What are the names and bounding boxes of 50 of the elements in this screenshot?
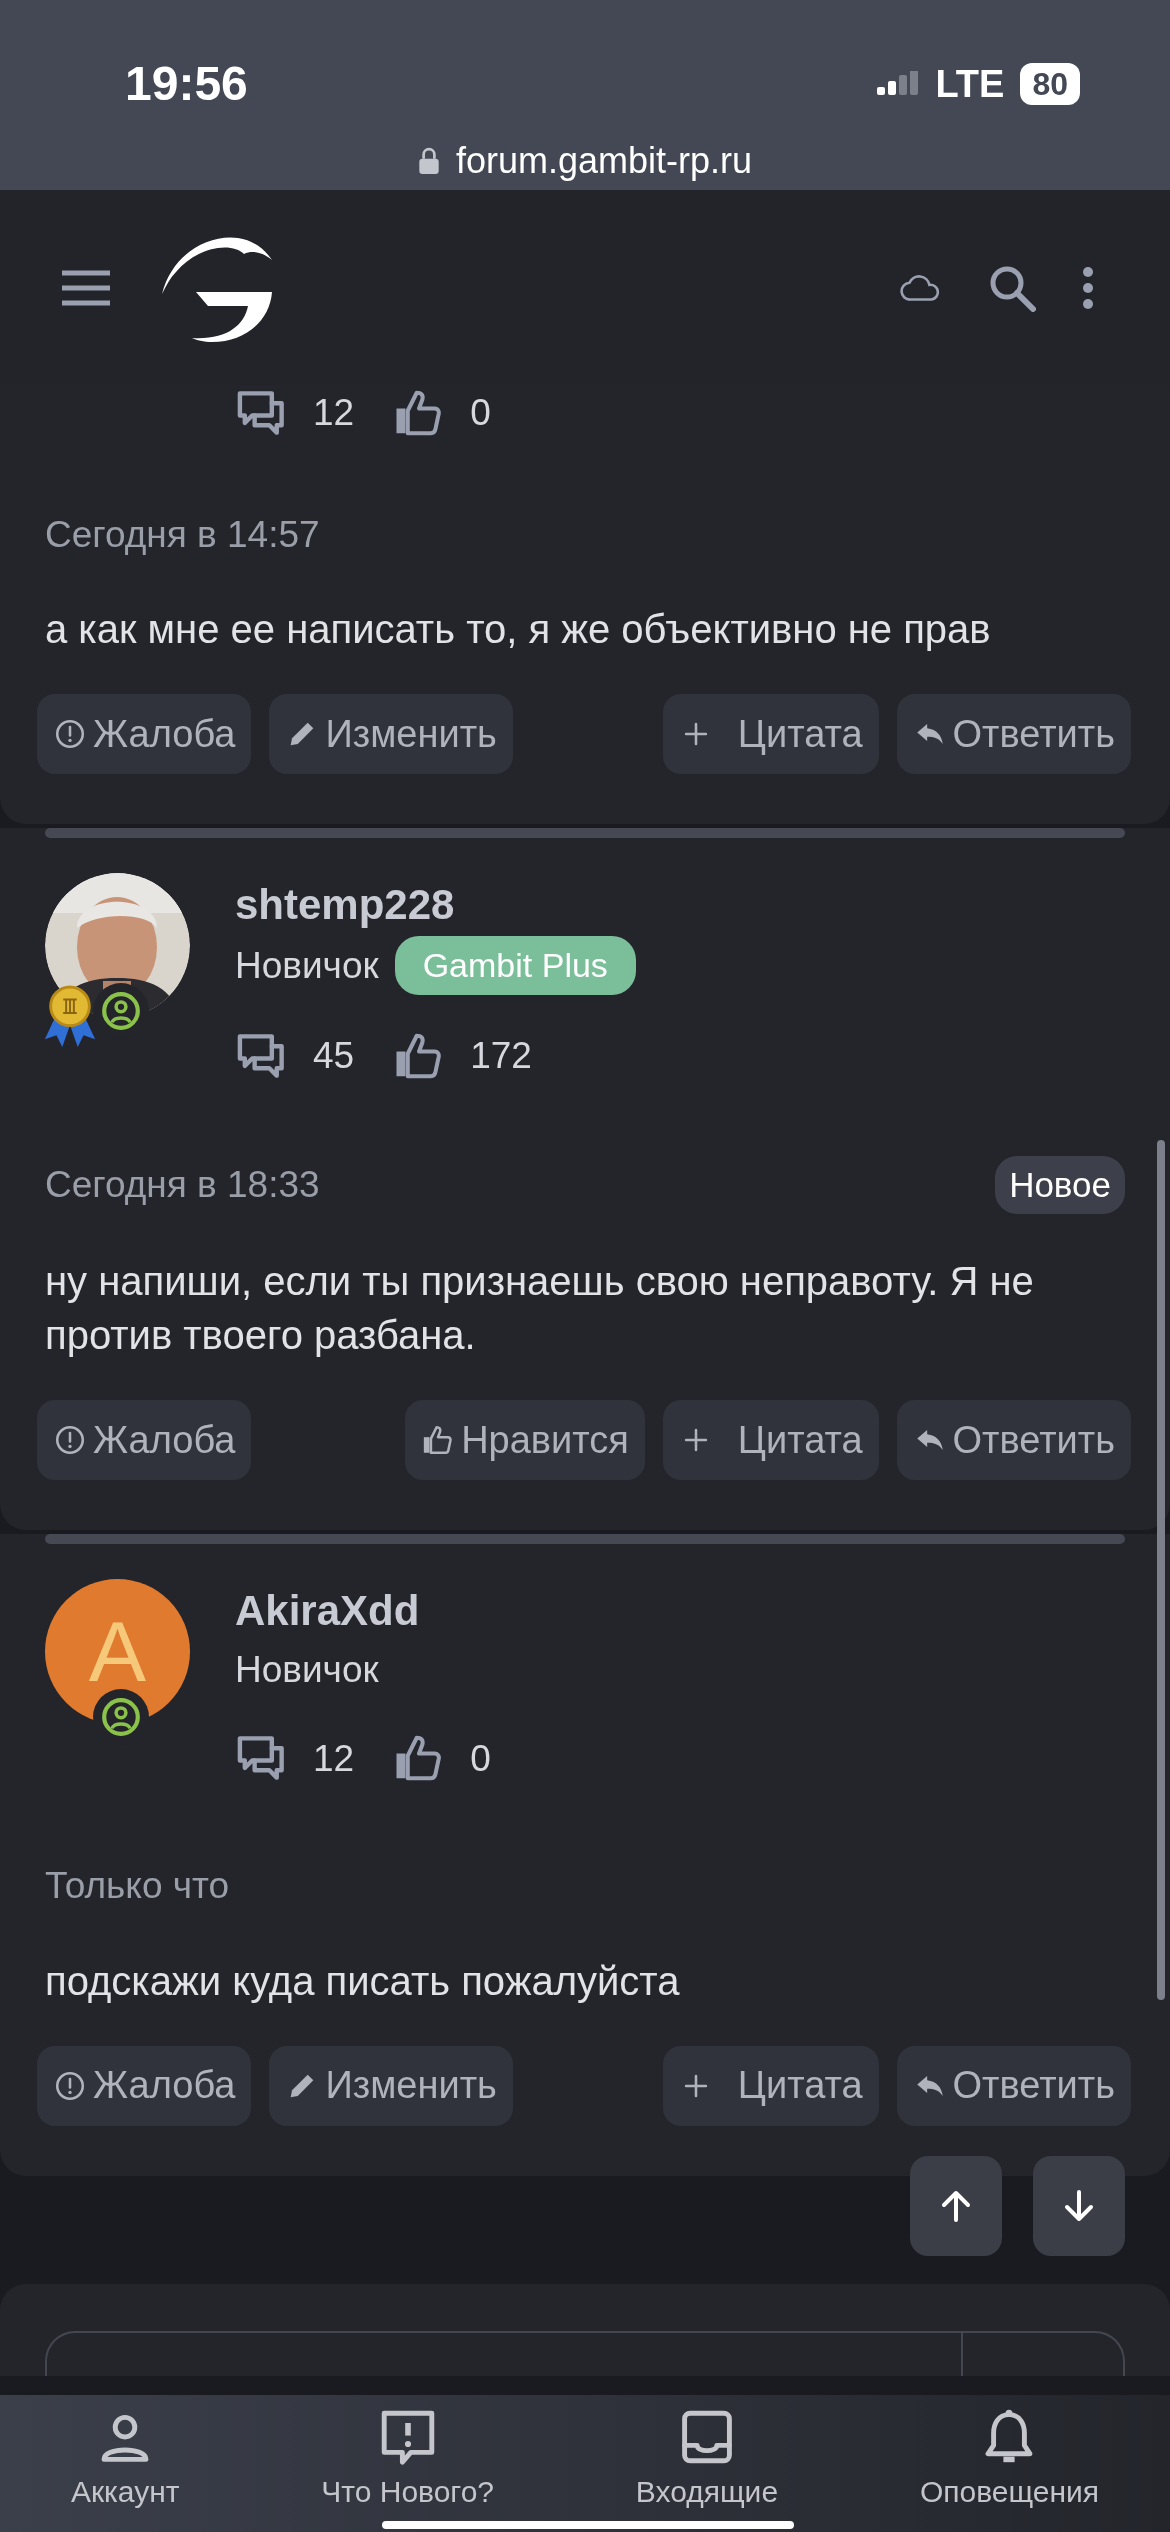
post-date[interactable]: Сегодня в 18:33	[45, 1157, 320, 1213]
editor-field[interactable]	[45, 2330, 1125, 2376]
quote-button[interactable]: Цитата	[662, 694, 879, 774]
nav-tab[interactable]: Что Нового?	[321, 2409, 494, 2514]
battery-indicator: 80	[1020, 63, 1080, 105]
username[interactable]: shtemp228	[235, 881, 455, 929]
post-date[interactable]: Только что	[45, 1858, 230, 1914]
reaction-count: 0	[470, 1736, 491, 1781]
exclamation-circle-icon	[53, 1423, 87, 1457]
reply-button[interactable]: Ответить	[896, 1400, 1131, 1480]
like-button[interactable]: Нравится	[405, 1400, 645, 1480]
user-banner: Gambit Plus	[394, 936, 636, 995]
address-url[interactable]: forum.gambit-rp.ru	[455, 134, 753, 188]
user-title: Новичок	[235, 1648, 379, 1692]
report-button[interactable]: Жалоба	[37, 694, 252, 774]
reaction-count: 0	[470, 391, 491, 435]
reply-button[interactable]: Ответить	[896, 2045, 1131, 2126]
cloud-icon[interactable]	[900, 273, 942, 302]
reply-button[interactable]: Ответить	[896, 694, 1131, 774]
scrollbar[interactable]	[1157, 1140, 1165, 2000]
nav-tab[interactable]: Аккаунт	[70, 2409, 180, 2514]
post-date[interactable]: Сегодня в 14:57	[45, 506, 320, 562]
exclamation-circle-icon	[53, 717, 87, 751]
post-text: ну напиши, если ты признаешь свою неправоту. Я не против твоего разбана.	[45, 1258, 1035, 1359]
quote-button[interactable]: Цитата	[662, 1400, 879, 1480]
post-text: подскажи куда писать пожалуйста	[45, 1957, 681, 2005]
message-count: 12	[313, 1736, 355, 1781]
scroll-up-button[interactable]	[910, 2156, 1002, 2256]
new-label: Новое	[995, 1155, 1125, 1214]
more-options-icon[interactable]	[1082, 265, 1094, 310]
reaction-count: 172	[470, 1034, 532, 1078]
nav-tab[interactable]: Оповещения	[919, 2409, 1100, 2514]
report-button[interactable]: Жалоба	[37, 2045, 252, 2126]
network-type: LTE	[935, 61, 1005, 107]
scroll-down-button[interactable]	[1033, 2156, 1125, 2256]
message-count: 45	[313, 1034, 355, 1078]
username[interactable]: AkiraXdd	[235, 1587, 420, 1635]
quote-button[interactable]: Цитата	[662, 2045, 879, 2126]
edit-button[interactable]: Изменить	[269, 694, 513, 774]
edit-button[interactable]: Изменить	[269, 2045, 513, 2126]
nav-tab[interactable]: Входящие	[635, 2409, 779, 2514]
menu-icon[interactable]	[60, 269, 112, 306]
speech-bubble-alert-icon	[379, 2409, 436, 2465]
user-title: Новичок	[235, 943, 379, 988]
signal-icon	[877, 71, 920, 97]
message-count: 12	[313, 391, 355, 435]
status-time: 19:56	[125, 56, 248, 112]
lock-icon	[417, 147, 440, 175]
post-text: а как мне ее написать то, я же объективно не прав	[45, 606, 992, 653]
report-button[interactable]: Жалоба	[37, 1400, 252, 1480]
